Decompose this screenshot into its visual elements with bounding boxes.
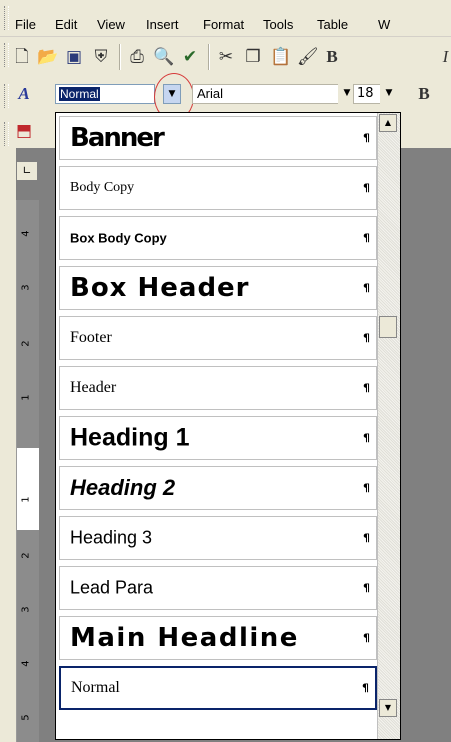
- style-item-heading-3[interactable]: Heading 3 ¶: [59, 516, 377, 560]
- style-item-label: Box Header: [70, 273, 250, 303]
- style-value: Normal: [59, 87, 100, 101]
- menu-window[interactable]: W: [378, 17, 390, 32]
- ruler-number: 1: [20, 394, 32, 401]
- format-painter-icon[interactable]: 🖌: [297, 47, 319, 67]
- pilcrow-mark: ¶: [363, 531, 370, 545]
- ruler-number: 2: [20, 340, 32, 347]
- style-item-normal[interactable]: Normal ¶: [59, 666, 377, 710]
- paste-icon[interactable]: 📋: [270, 47, 291, 67]
- toolbar-separator: [119, 44, 121, 70]
- menu-tools[interactable]: Tools: [263, 17, 293, 32]
- style-item-label: Heading 1: [70, 423, 190, 452]
- ruler-number: 3: [20, 606, 32, 613]
- font-size-value: 18: [357, 86, 374, 101]
- menu-bar: File Edit View Insert Format Tools Table…: [0, 0, 451, 37]
- style-item-label: Normal: [71, 679, 120, 696]
- pilcrow-mark: ¶: [363, 331, 370, 345]
- left-strip: [0, 148, 16, 742]
- ruler-number: 4: [20, 230, 32, 237]
- style-dropdown-list[interactable]: Banner ¶ Body Copy ¶ Box Body Copy ¶ Box…: [55, 112, 401, 740]
- style-item-box-header[interactable]: Box Header ¶: [59, 266, 377, 310]
- ruler-number: 1: [20, 496, 32, 503]
- scroll-thumb[interactable]: [379, 316, 397, 338]
- styles-formatting-icon[interactable]: A: [14, 84, 34, 104]
- style-item-label: Heading 3: [70, 527, 153, 548]
- vertical-ruler[interactable]: 4 3 2 1 1 2 3 4 5: [16, 200, 39, 742]
- style-list-scrollbar[interactable]: ▲ ▼: [377, 113, 400, 739]
- style-item-label: Banner: [70, 123, 165, 153]
- cut-icon[interactable]: ✂: [216, 47, 236, 67]
- toolbar-grip[interactable]: [4, 122, 9, 146]
- style-item-label: Footer: [70, 329, 112, 346]
- pilcrow-mark: ¶: [363, 431, 370, 445]
- bold-icon[interactable]: B: [322, 47, 342, 67]
- menu-table[interactable]: Table: [317, 17, 348, 32]
- ruler-margin-top: [17, 200, 39, 448]
- copy-icon[interactable]: ❐: [243, 47, 263, 67]
- menu-format[interactable]: Format: [203, 17, 244, 32]
- permission-icon[interactable]: ⛨: [91, 47, 111, 67]
- style-item-banner[interactable]: Banner ¶: [59, 116, 377, 160]
- toolbar-grip[interactable]: [4, 6, 9, 30]
- scroll-up-button[interactable]: ▲: [379, 114, 397, 132]
- font-combobox[interactable]: Arial: [192, 84, 339, 104]
- style-item-body-copy[interactable]: Body Copy ¶: [59, 166, 377, 210]
- style-item-footer[interactable]: Footer ¶: [59, 316, 377, 360]
- ruler-number: 3: [20, 284, 32, 291]
- menu-view[interactable]: View: [97, 17, 125, 32]
- pilcrow-mark: ¶: [363, 581, 370, 595]
- pilcrow-mark: ¶: [363, 131, 370, 145]
- style-item-heading-1[interactable]: Heading 1 ¶: [59, 416, 377, 460]
- style-item-label: Lead Para: [70, 577, 154, 598]
- spelling-icon[interactable]: ✔: [180, 47, 200, 67]
- tab-selector[interactable]: ∟: [16, 161, 38, 181]
- pilcrow-mark: ¶: [362, 681, 369, 695]
- menu-insert[interactable]: Insert: [146, 17, 179, 32]
- open-folder-icon[interactable]: 📂: [37, 47, 58, 67]
- menu-file[interactable]: File: [15, 17, 36, 32]
- pilcrow-mark: ¶: [363, 381, 370, 395]
- scroll-down-button[interactable]: ▼: [379, 699, 397, 717]
- pilcrow-mark: ¶: [363, 181, 370, 195]
- style-item-label: Heading 2: [70, 475, 176, 500]
- style-item-label: Body Copy: [70, 180, 135, 195]
- save-disk-icon[interactable]: ▣: [64, 47, 84, 67]
- pilcrow-mark: ¶: [363, 231, 370, 245]
- style-item-label: Main Headline: [70, 623, 299, 653]
- ruler-number: 4: [20, 660, 32, 667]
- font-size-dropdown-button[interactable]: ▼: [380, 84, 398, 104]
- ruler-number: 2: [20, 552, 32, 559]
- print-preview-icon[interactable]: 🔍: [153, 47, 174, 67]
- pdf-icon[interactable]: ⬒: [14, 121, 34, 141]
- italic-icon[interactable]: I: [440, 47, 451, 67]
- new-document-icon[interactable]: 🗋: [12, 47, 32, 67]
- style-item-heading-2[interactable]: Heading 2 ¶: [59, 466, 377, 510]
- ruler-margin-bottom: [17, 530, 39, 742]
- style-item-header[interactable]: Header ¶: [59, 366, 377, 410]
- pilcrow-mark: ¶: [363, 631, 370, 645]
- toolbar-grip[interactable]: [4, 84, 9, 108]
- style-combobox[interactable]: Normal: [55, 84, 155, 104]
- style-item-lead-para[interactable]: Lead Para ¶: [59, 566, 377, 610]
- style-item-main-headline[interactable]: Main Headline ¶: [59, 616, 377, 660]
- toolbar-separator: [208, 44, 210, 70]
- menu-edit[interactable]: Edit: [55, 17, 77, 32]
- pilcrow-mark: ¶: [363, 481, 370, 495]
- toolbar-grip[interactable]: [4, 43, 9, 67]
- font-value: Arial: [197, 86, 224, 101]
- print-icon[interactable]: ⎙: [127, 47, 147, 67]
- style-item-box-body-copy[interactable]: Box Body Copy ¶: [59, 216, 377, 260]
- style-item-label: Header: [70, 379, 117, 396]
- style-item-label: Box Body Copy: [70, 230, 167, 246]
- bold-button[interactable]: B: [414, 84, 434, 104]
- ruler-number: 5: [20, 714, 32, 721]
- pilcrow-mark: ¶: [363, 281, 370, 295]
